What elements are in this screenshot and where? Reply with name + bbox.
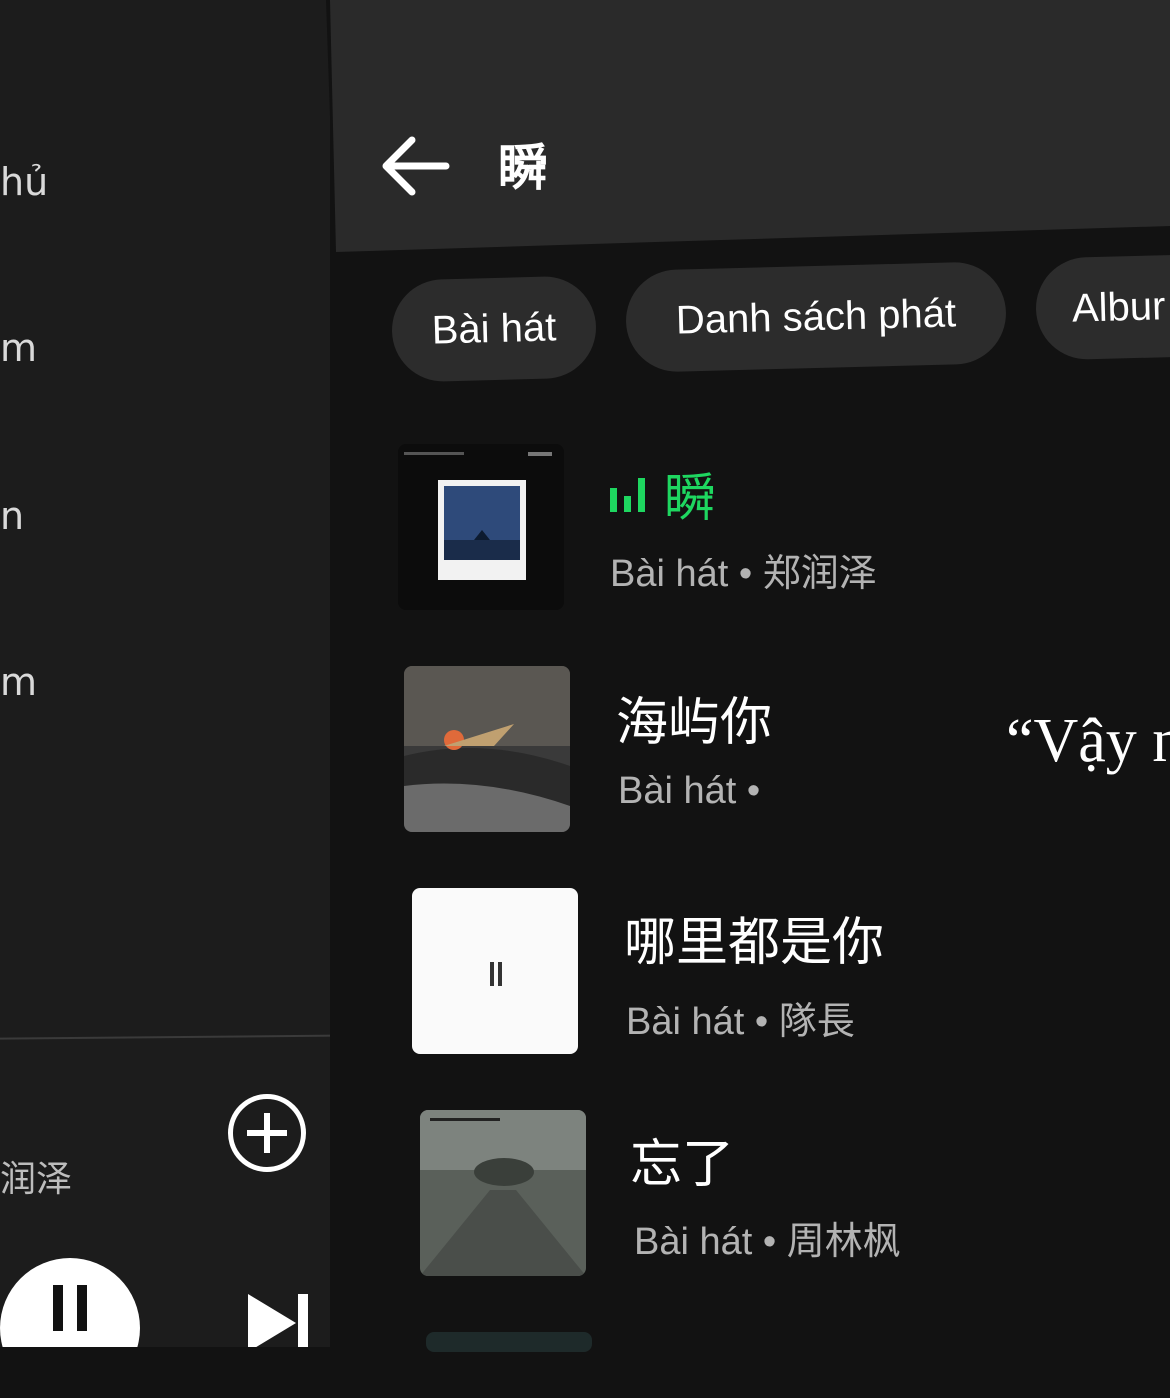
track-title: 海屿你: [616, 693, 773, 753]
pause-icon: [53, 1285, 63, 1331]
now-playing-equalizer-icon: [610, 478, 645, 512]
plus-icon: [247, 1113, 287, 1153]
play-pause-button[interactable]: [0, 1258, 140, 1347]
sidebar-item-home-label[interactable]: hủ: [0, 160, 48, 204]
sidebar-item-premium-label[interactable]: m: [0, 660, 37, 704]
now-playing-artist: 润泽: [0, 1159, 73, 1200]
skip-next-icon[interactable]: [244, 1288, 314, 1358]
track-subtitle: Bài hát • 周林枫: [634, 1221, 901, 1263]
search-results-pane: 瞬 Bài hát Danh sách phát Albur 瞬 Bài hát…: [330, 0, 1170, 1352]
divider: [0, 1034, 363, 1040]
sidebar-item-library-label[interactable]: n: [0, 494, 24, 538]
track-title: 忘了: [630, 1135, 735, 1195]
add-to-library-button[interactable]: [228, 1094, 306, 1172]
album-cover: [404, 666, 570, 832]
filter-chip-albums[interactable]: Albur: [1034, 253, 1170, 361]
album-cover: [426, 1332, 592, 1352]
page-title: 瞬: [498, 139, 548, 197]
track-subtitle: Bài hát • 隊長: [626, 1001, 855, 1043]
track-subtitle: Bài hát •: [618, 770, 761, 812]
track-title: 哪里都是你: [624, 913, 885, 973]
filter-chip-songs[interactable]: Bài hát: [390, 275, 598, 383]
track-title: 瞬: [664, 469, 717, 529]
sidebar-item-search-label[interactable]: m: [0, 326, 37, 370]
filter-chip-playlists[interactable]: Danh sách phát: [624, 261, 1008, 373]
header-bar: 瞬: [330, 0, 1170, 252]
album-cover: [420, 1110, 586, 1276]
overlay-quote: “Vậy n: [1006, 707, 1170, 775]
album-cover: [398, 444, 564, 610]
back-arrow-icon[interactable]: [380, 130, 450, 200]
library-sidebar: hủ m n m 润泽: [0, 0, 363, 1347]
album-cover: [412, 888, 578, 1054]
track-subtitle: Bài hát • 郑润泽: [610, 553, 877, 595]
